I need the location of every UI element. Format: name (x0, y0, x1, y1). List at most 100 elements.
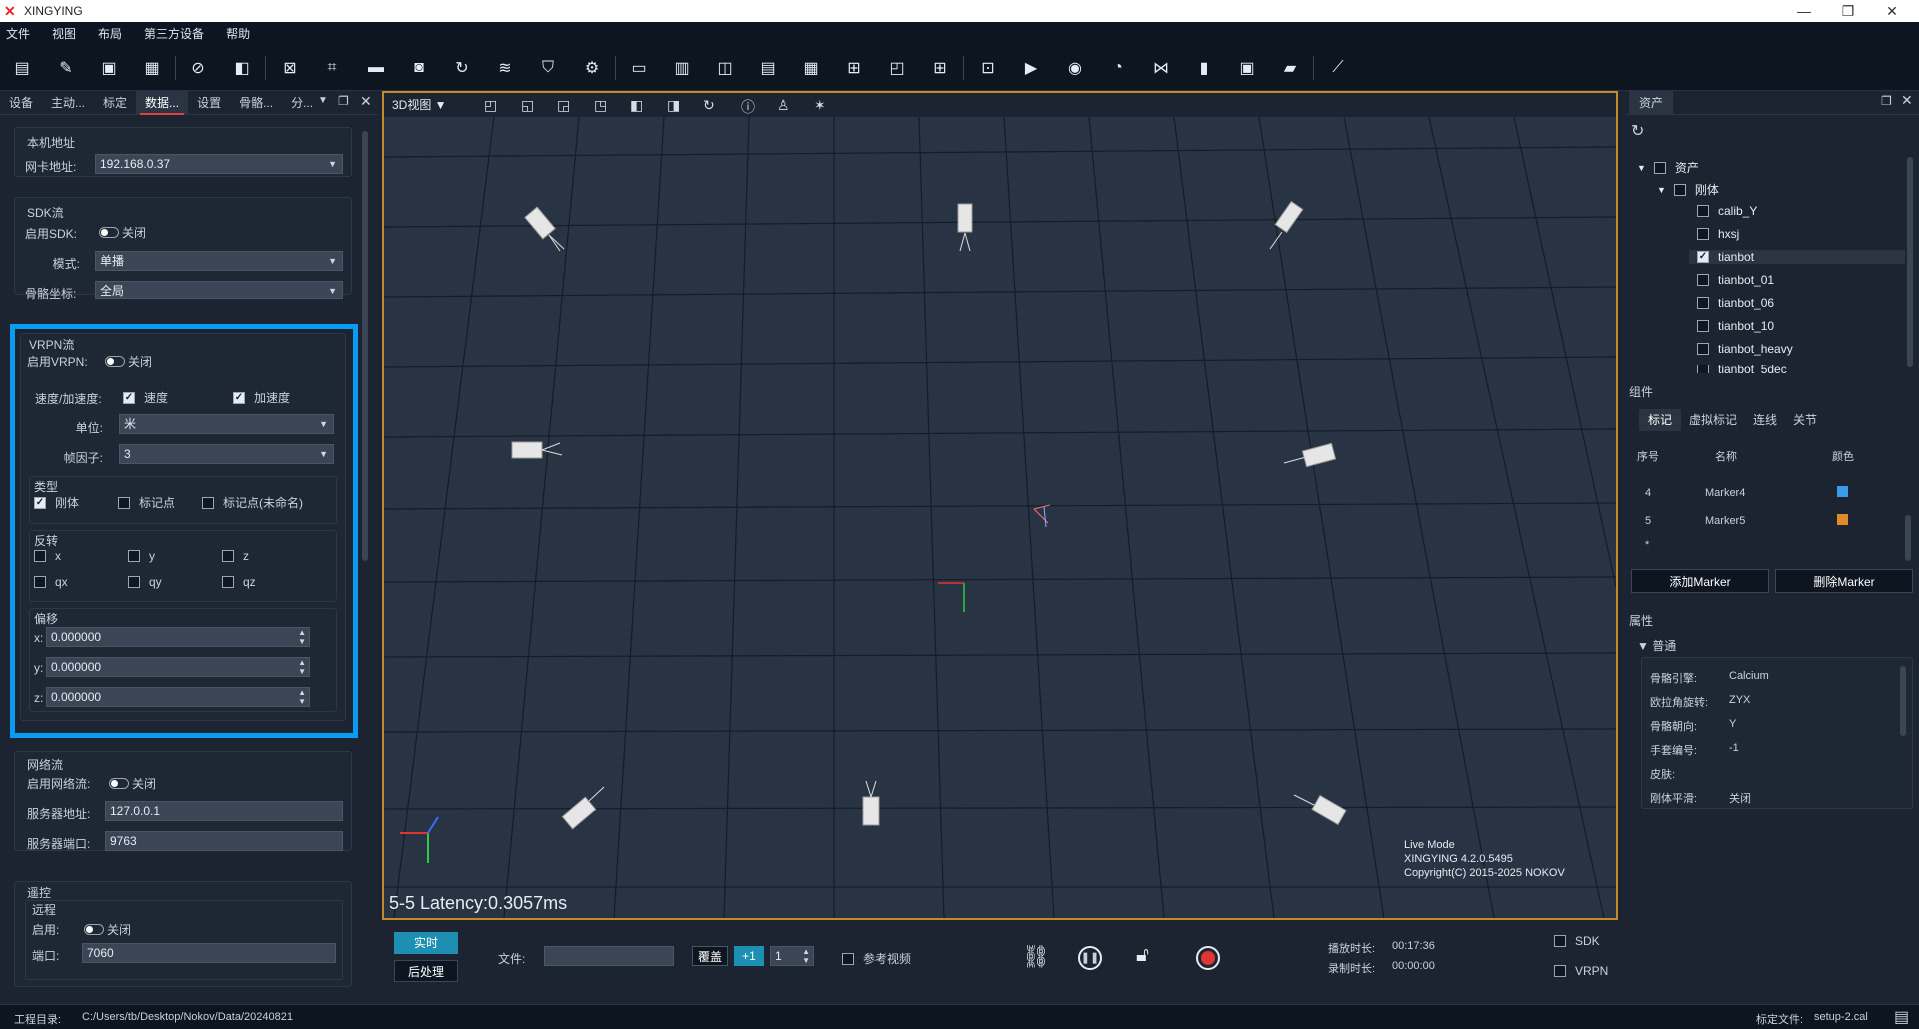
prop-value[interactable]: Calcium (1729, 670, 1769, 682)
tab-dropdown-icon[interactable]: ▼ (318, 95, 328, 106)
gauge-icon[interactable]: ◔ (1106, 56, 1130, 80)
tab-joint[interactable]: 关节 (1785, 409, 1825, 431)
prop-value[interactable]: ZYX (1729, 694, 1750, 706)
menu-file[interactable]: 文件 (6, 25, 30, 42)
remote-toggle[interactable]: 关闭 (84, 921, 131, 938)
view-left-icon[interactable]: ◲ (557, 97, 570, 114)
tree-item[interactable]: tianbot_06 (1697, 296, 1774, 310)
close-button[interactable]: ✕ (1870, 0, 1914, 22)
prop-value[interactable]: -1 (1729, 742, 1739, 754)
tree-root[interactable]: 资产 (1675, 159, 1699, 176)
monitor-split-icon[interactable]: ▥ (670, 56, 694, 80)
save-icon[interactable]: ▣ (97, 56, 121, 80)
view-bottom-icon[interactable]: ◨ (667, 97, 680, 114)
chart-axis-icon[interactable]: ⟋ (1326, 56, 1350, 80)
realtime-button[interactable]: 实时 (394, 932, 458, 954)
tab-calibration[interactable]: 标定 (94, 91, 136, 115)
delete-marker-button[interactable]: 删除Marker (1775, 569, 1913, 593)
tab-marker[interactable]: 标记 (1639, 409, 1682, 431)
tree-item[interactable]: tianbot_5dec (1697, 365, 1787, 373)
file-input[interactable] (544, 946, 674, 966)
prop-value[interactable]: 关闭 (1729, 790, 1751, 806)
mode-select[interactable]: 单播 ▼ (95, 251, 343, 271)
layout-7-icon[interactable]: ⊞ (928, 56, 952, 80)
tree-scrollbar[interactable] (1907, 157, 1913, 367)
tab-active[interactable]: 主动... (42, 91, 94, 115)
document-icon[interactable]: ▰ (1278, 56, 1302, 80)
left-scrollbar[interactable] (362, 131, 368, 561)
sdk-toggle[interactable]: 关闭 (99, 224, 146, 241)
open-folder-icon[interactable]: ▤ (10, 56, 34, 80)
monitor-icon[interactable]: ▭ (627, 56, 651, 80)
camera-sync-icon[interactable]: ◧ (230, 56, 254, 80)
restore-button[interactable]: ❐ (1826, 0, 1870, 22)
close-panel-icon[interactable]: ✕ (1901, 92, 1913, 109)
vm-icon[interactable]: ▣ (1235, 56, 1259, 80)
view-back-icon[interactable]: ◱ (521, 97, 534, 114)
coord-select[interactable]: 全局 ▼ (95, 281, 343, 299)
bar-icon[interactable]: ▬ (364, 56, 388, 80)
remote-port-input[interactable]: 7060 (82, 943, 336, 963)
tab-assets[interactable]: 资产 (1629, 91, 1674, 115)
tree-item[interactable]: tianbot_01 (1697, 273, 1774, 287)
lock-icon[interactable]: ⊡ (976, 56, 1000, 80)
nic-address-select[interactable]: 192.168.0.37 ▼ (95, 154, 343, 174)
tree-item[interactable]: hxsj (1697, 227, 1739, 241)
tree-item[interactable]: tianbot_heavy (1697, 342, 1793, 356)
info-icon[interactable]: ⓘ (741, 97, 755, 117)
tree-item-selected[interactable]: ✓ tianbot (1689, 250, 1905, 264)
net-toggle[interactable]: 关闭 (109, 775, 156, 792)
marker-new-row[interactable]: * (1645, 539, 1649, 551)
tab-device[interactable]: 设备 (0, 91, 42, 115)
tree-item[interactable]: calib_Y (1697, 204, 1757, 218)
pause-icon[interactable]: ❚❚ (1078, 946, 1102, 970)
float-icon[interactable]: ❐ (1881, 94, 1892, 108)
share-icon[interactable]: ⋈ (1149, 56, 1173, 80)
menu-view[interactable]: 视图 (52, 25, 76, 42)
tab-data[interactable]: 数据... (136, 90, 189, 115)
layout-6-icon[interactable]: ◰ (885, 56, 909, 80)
refresh-circle-icon[interactable]: ↻ (450, 56, 474, 80)
record-button[interactable] (1196, 946, 1220, 970)
menu-help[interactable]: 帮助 (226, 25, 250, 42)
view-front-icon[interactable]: ◰ (484, 97, 497, 114)
refresh-icon[interactable]: ↻ (1631, 121, 1644, 141)
wand-icon[interactable]: ✶ (814, 97, 826, 114)
server-address-input[interactable]: 127.0.0.1 (105, 801, 343, 821)
tree-group[interactable]: 刚体 (1695, 181, 1719, 198)
add-marker-button[interactable]: 添加Marker (1631, 569, 1769, 593)
props-scrollbar[interactable] (1900, 666, 1906, 736)
server-port-input[interactable]: 9763 (105, 831, 343, 851)
3d-viewport[interactable]: 3D视图 ▼ ◰ ◱ ◲ ◳ ◧ ◨ ↻ ⓘ ♙ ✶ Live Mode XIN… (382, 91, 1618, 920)
tree-item[interactable]: tianbot_10 (1697, 319, 1774, 333)
layers-icon[interactable]: ≋ (493, 56, 517, 80)
pencil-icon[interactable]: ✎ (54, 56, 78, 80)
marker-row-name[interactable]: Marker4 (1705, 487, 1745, 499)
disk-icon[interactable]: ◙ (407, 56, 431, 80)
layout-4-icon[interactable]: ▦ (799, 56, 823, 80)
camera-x-icon[interactable]: ⊠ (278, 56, 302, 80)
layout-2-icon[interactable]: ◫ (713, 56, 737, 80)
marker-row-name[interactable]: Marker5 (1705, 515, 1745, 527)
plus-one-button[interactable]: +1 (734, 946, 764, 966)
rotate-icon[interactable]: ↻ (703, 97, 715, 114)
menu-third-party[interactable]: 第三方设备 (144, 25, 204, 42)
video-icon[interactable]: ▶ (1019, 56, 1043, 80)
ref-video-checkbox[interactable]: 参考视频 (842, 950, 911, 967)
sdk-checkbox[interactable]: SDK (1554, 934, 1600, 948)
view-select[interactable]: 3D视图 ▼ (392, 96, 447, 113)
tab-virtual-marker[interactable]: 虚拟标记 (1681, 409, 1745, 431)
float-icon[interactable]: ❐ (338, 94, 349, 108)
frame-icon[interactable]: ⌗ (320, 56, 344, 80)
step-input[interactable]: 1 ▲ ▼ (770, 946, 814, 966)
gear-icon[interactable]: ⚙ (580, 56, 604, 80)
unlock-icon[interactable]: 🔓︎ (1136, 944, 1149, 967)
prop-value[interactable]: Y (1729, 718, 1736, 730)
bar-chart-icon[interactable]: ▮ (1192, 56, 1216, 80)
layout-5-icon[interactable]: ⊞ (842, 56, 866, 80)
person-icon[interactable]: ♙ (777, 97, 790, 114)
tab-connection[interactable]: 连线 (1745, 409, 1785, 431)
view-right-icon[interactable]: ◳ (594, 97, 607, 114)
marker-color-swatch[interactable] (1837, 514, 1848, 525)
tab-skeleton[interactable]: 骨骼... (230, 91, 282, 115)
